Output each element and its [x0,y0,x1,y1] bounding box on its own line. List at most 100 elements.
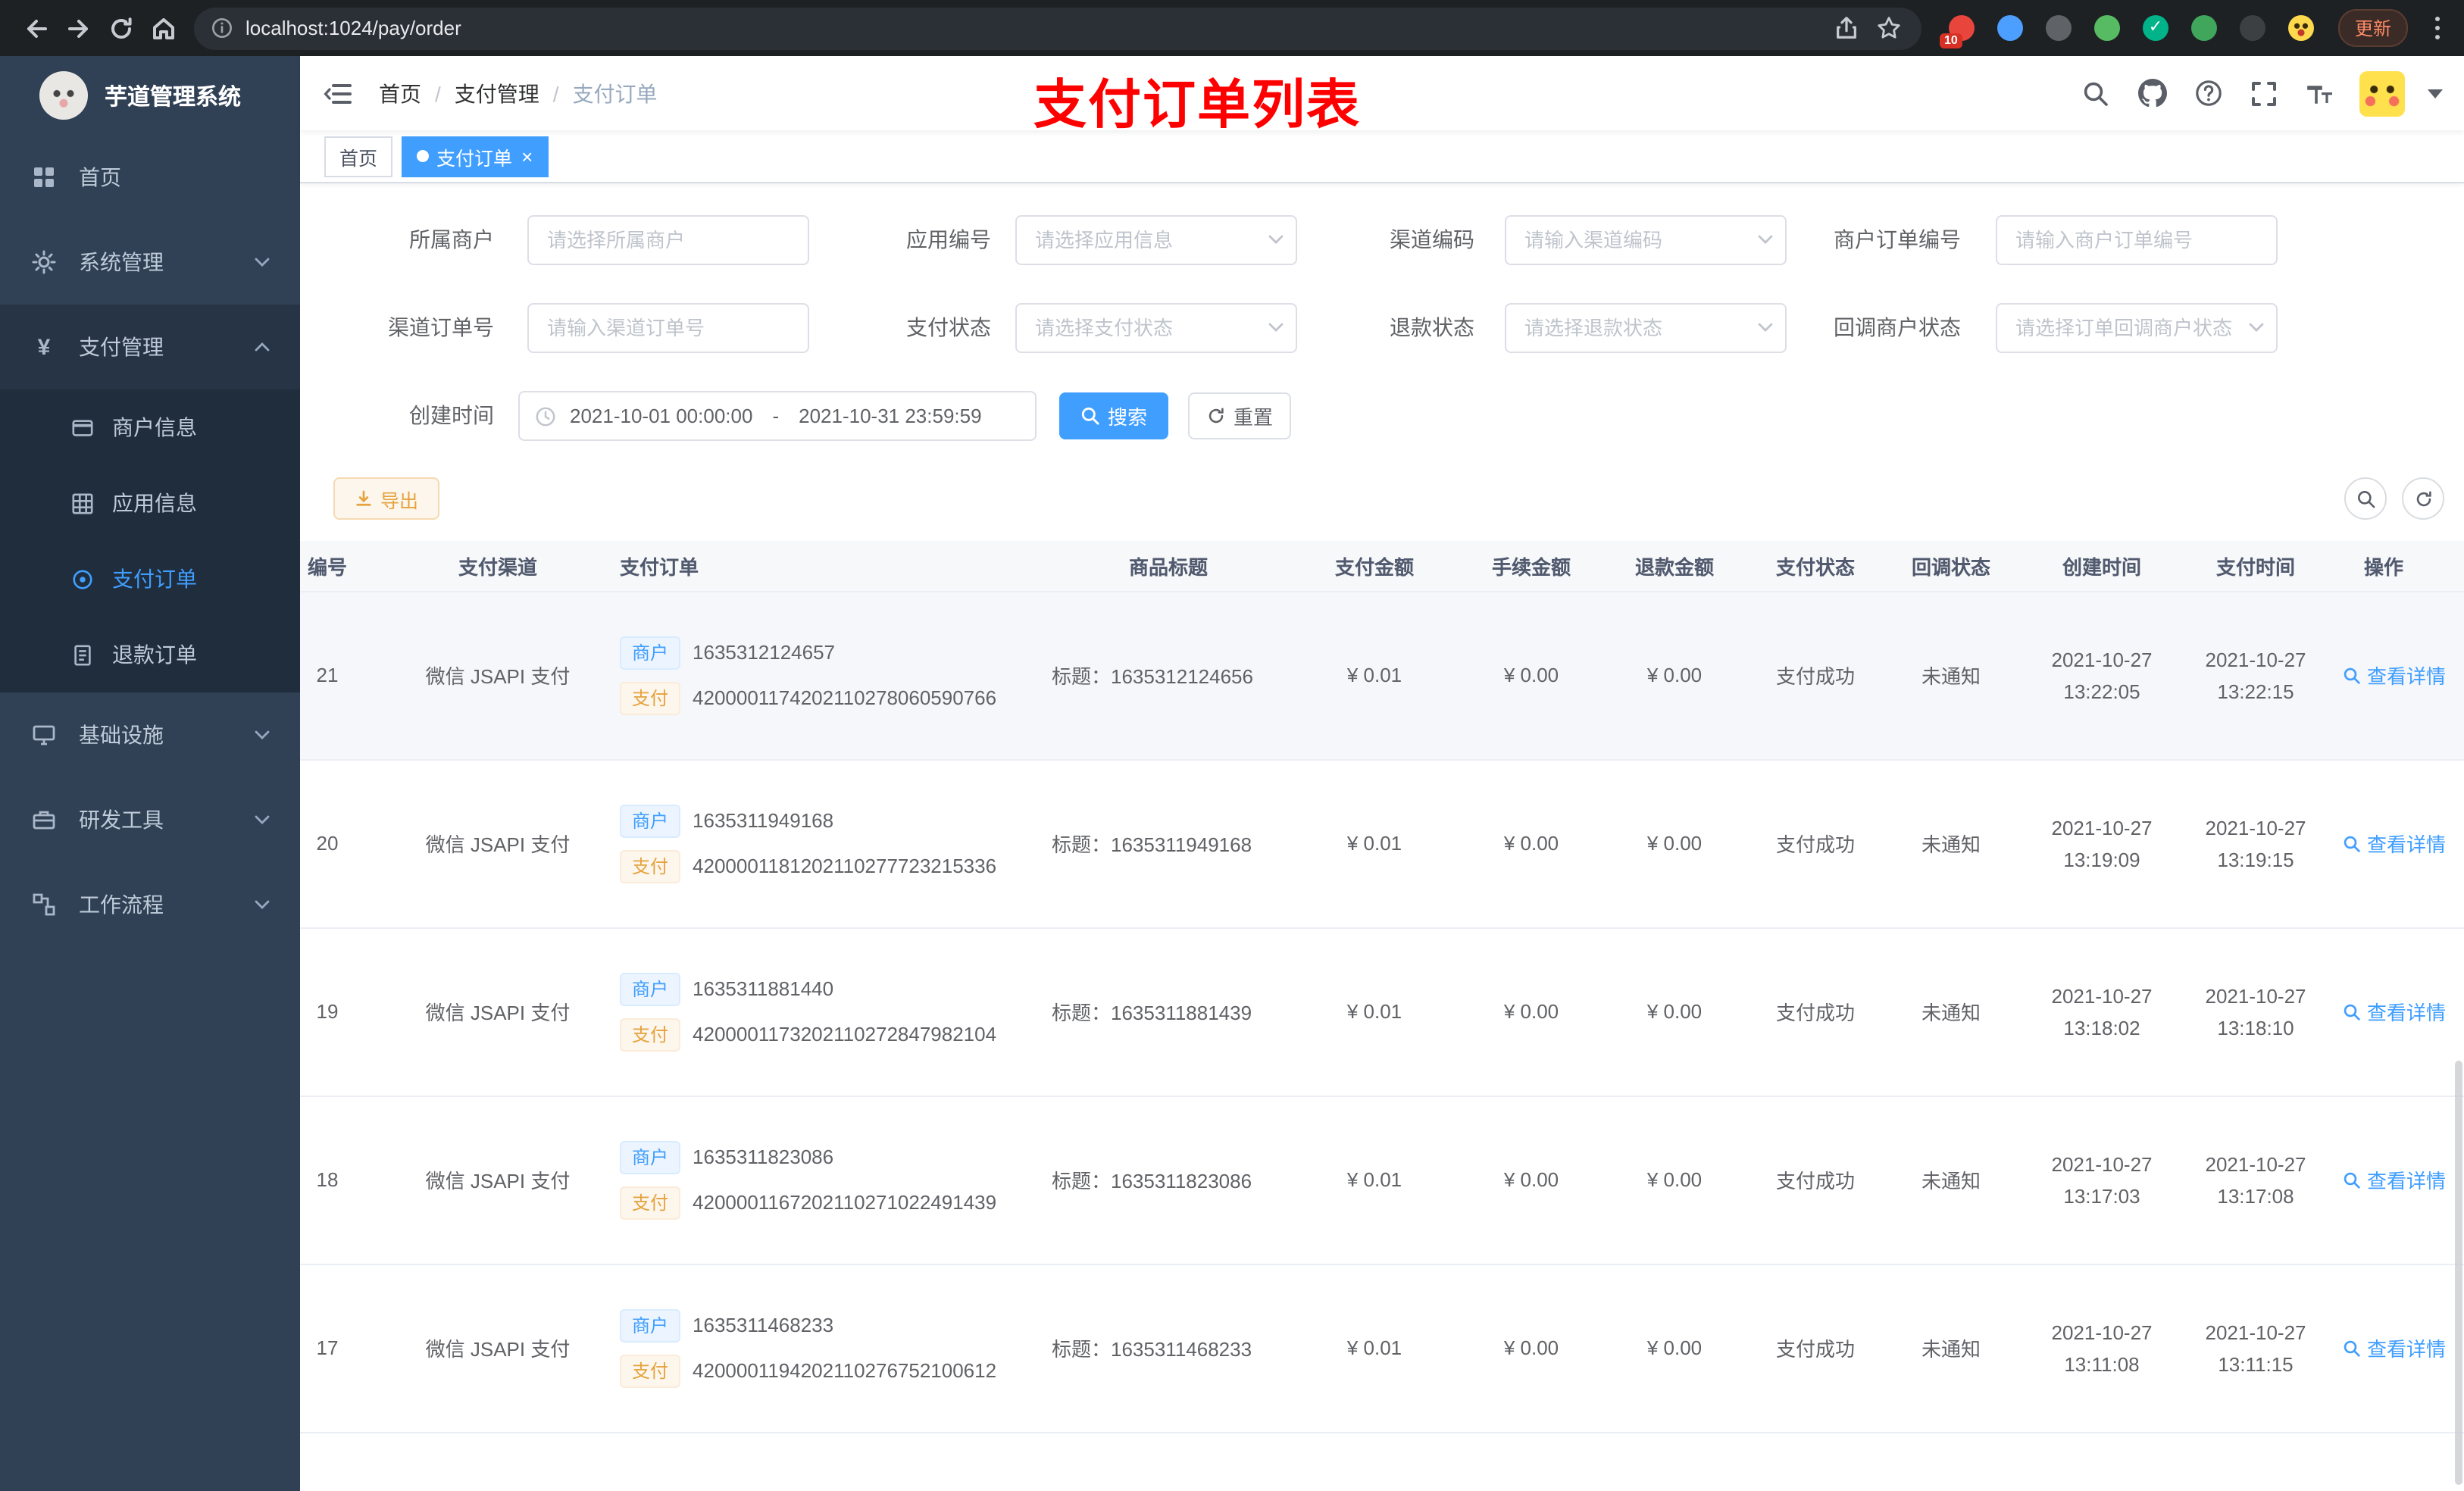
share-icon[interactable] [1825,7,1867,49]
address-bar[interactable]: localhost:1024/pay/order [194,7,1921,49]
cell-pay-order: 商户1635311157866 [608,1432,1050,1491]
sidebar-item-label: 应用信息 [112,491,197,515]
merchant-filter-input[interactable] [527,215,809,265]
sidebar-item-label: 系统管理 [79,250,164,274]
tab-home[interactable]: 首页 [324,136,393,177]
order-number: 4200001167202110271022491439 [693,1191,997,1214]
extension-icon[interactable] [2240,15,2265,41]
reset-button[interactable]: 重置 [1188,392,1291,439]
create-time-range-picker[interactable]: 2021-10-01 00:00:00 - 2021-10-31 23:59:5… [518,391,1037,441]
browser-home-icon[interactable] [142,7,185,49]
fullscreen-icon[interactable] [2247,77,2281,110]
avatar-caret-icon[interactable] [2428,89,2443,98]
sidebar-item-home[interactable]: 首页 [0,135,300,220]
time-text: 13:18:02 [2063,1016,2140,1039]
table-cell [1882,1432,2020,1491]
order-number: 4200001181202110277723215336 [693,855,997,877]
cell-pay-time: 2021-10-27 13:18:10 [2184,927,2328,1096]
extension-icon[interactable]: 10 [1940,15,1975,48]
sidebar-item-workflow[interactable]: 工作流程 [0,862,300,947]
pay-status-filter-select[interactable] [1015,303,1297,353]
tab-pay-order[interactable]: 支付订单 × [402,136,549,177]
view-detail-link[interactable]: 查看详情 [2343,1333,2446,1362]
gear-icon [30,248,58,276]
cell-fee-amount: ¥ 0.00 [1462,1096,1600,1264]
view-detail-link[interactable]: 查看详情 [2343,829,2446,858]
view-detail-link[interactable]: 查看详情 [2343,661,2446,689]
app-filter-select[interactable] [1015,215,1297,265]
sidebar-item-infra[interactable]: 基础设施 [0,692,300,777]
table-refresh-icon[interactable] [2402,477,2444,520]
breadcrumb-pay[interactable]: 支付管理 [455,78,539,108]
sidebar-item-pay-order[interactable]: 支付订单 [0,541,300,617]
refund-status-filter-select[interactable] [1505,303,1787,353]
date-end: 2021-10-31 23:59:59 [799,405,982,427]
notify-status-filter-select[interactable] [1996,303,2278,353]
cell-title: 标题：1635312124656 [1050,591,1287,760]
hamburger-icon[interactable] [300,78,376,108]
chevron-down-icon [255,258,270,267]
browser-chrome: localhost:1024/pay/order 10 ✓ 更新 [0,0,2464,56]
cell-channel: 微信 JSAPI 支付 [388,1264,608,1433]
cell-id: 19 [300,927,388,1096]
table-search-toggle-icon[interactable] [2344,477,2387,520]
search-button[interactable]: 搜索 [1059,392,1168,439]
cell-pay-amount: ¥ 0.01 [1287,1096,1462,1264]
table-header-row: 编号 支付渠道 支付订单 商品标题 支付金额 手续金额 退款金额 支付状态 回调状态 创建时间 支付… [300,541,2464,592]
cell-action: 查看详情 [2328,1264,2464,1433]
sidebar-item-refund-order[interactable]: 退款订单 [0,617,300,692]
browser-reload-icon[interactable] [100,7,142,49]
extension-icon[interactable] [2288,15,2314,41]
merchant-order-no-input[interactable] [1996,215,2278,265]
bookmark-star-icon[interactable] [1867,7,1909,49]
github-icon[interactable] [2135,77,2169,110]
export-button[interactable]: 导出 [333,477,439,520]
extension-icon[interactable] [1997,15,2023,41]
font-size-icon[interactable] [2303,77,2337,110]
channel-code-filter-select[interactable] [1505,215,1787,265]
chevron-down-icon [255,900,270,909]
sidebar-item-system[interactable]: 系统管理 [0,220,300,305]
sidebar-item-merchant-info[interactable]: 商户信息 [0,389,300,465]
cell-channel [388,1432,608,1491]
view-detail-link[interactable]: 查看详情 [2343,1165,2446,1194]
sidebar-item-devtools[interactable]: 研发工具 [0,777,300,862]
sidebar-item-app-info[interactable]: 应用信息 [0,465,300,541]
pay-channel: 微信 JSAPI 支付 [425,665,571,688]
avatar[interactable] [2359,70,2405,116]
screen: localhost:1024/pay/order 10 ✓ 更新 芋道管理系统 [0,0,2464,1491]
vertical-scrollbar[interactable] [2455,1061,2462,1485]
cell-action: 查看详情 [2328,927,2464,1096]
browser-update-button[interactable]: 更新 [2338,9,2409,47]
browser-menu-icon[interactable] [2429,11,2446,45]
extension-icon[interactable] [2094,15,2120,41]
table-cell [1462,1432,1600,1491]
table-row: 20 微信 JSAPI 支付 商户 1635311949168 支付 4200001181… [300,759,2464,928]
view-detail-label: 查看详情 [2367,1170,2447,1192]
site-info-icon[interactable] [206,13,236,43]
cell-pay-time: 2021-10-27 13:22:15 [2184,591,2328,760]
close-icon[interactable]: × [521,146,533,166]
extension-icon[interactable]: ✓ [2143,15,2169,41]
extension-icon[interactable] [2191,15,2217,41]
filter-label: 渠道订单号 [388,315,494,339]
chevron-down-icon [255,815,270,824]
view-detail-label: 查看详情 [2367,1338,2447,1361]
extension-icon[interactable] [2046,15,2072,41]
cell-pay-status: 支付成功 [1749,1096,1882,1264]
pay-tag: 支付 [620,1017,681,1051]
channel-order-no-input[interactable] [527,303,809,353]
column-header: 编号 [300,541,388,592]
time-text: 13:11:15 [2218,1352,2294,1375]
browser-forward-icon[interactable] [58,7,100,49]
cell-pay-time: 2021-10-27 13:11:15 [2184,1264,2328,1433]
sidebar-item-pay[interactable]: ¥ 支付管理 [0,305,300,389]
browser-back-icon[interactable] [15,7,58,49]
app-logo: 芋道管理系统 [0,56,300,135]
breadcrumb-home[interactable]: 首页 [379,78,421,108]
help-icon[interactable] [2191,77,2225,110]
fee-amount: ¥ 0.00 [1503,1000,1559,1023]
cell-channel: 微信 JSAPI 支付 [388,927,608,1096]
search-icon[interactable] [2079,77,2112,110]
view-detail-link[interactable]: 查看详情 [2343,997,2446,1026]
